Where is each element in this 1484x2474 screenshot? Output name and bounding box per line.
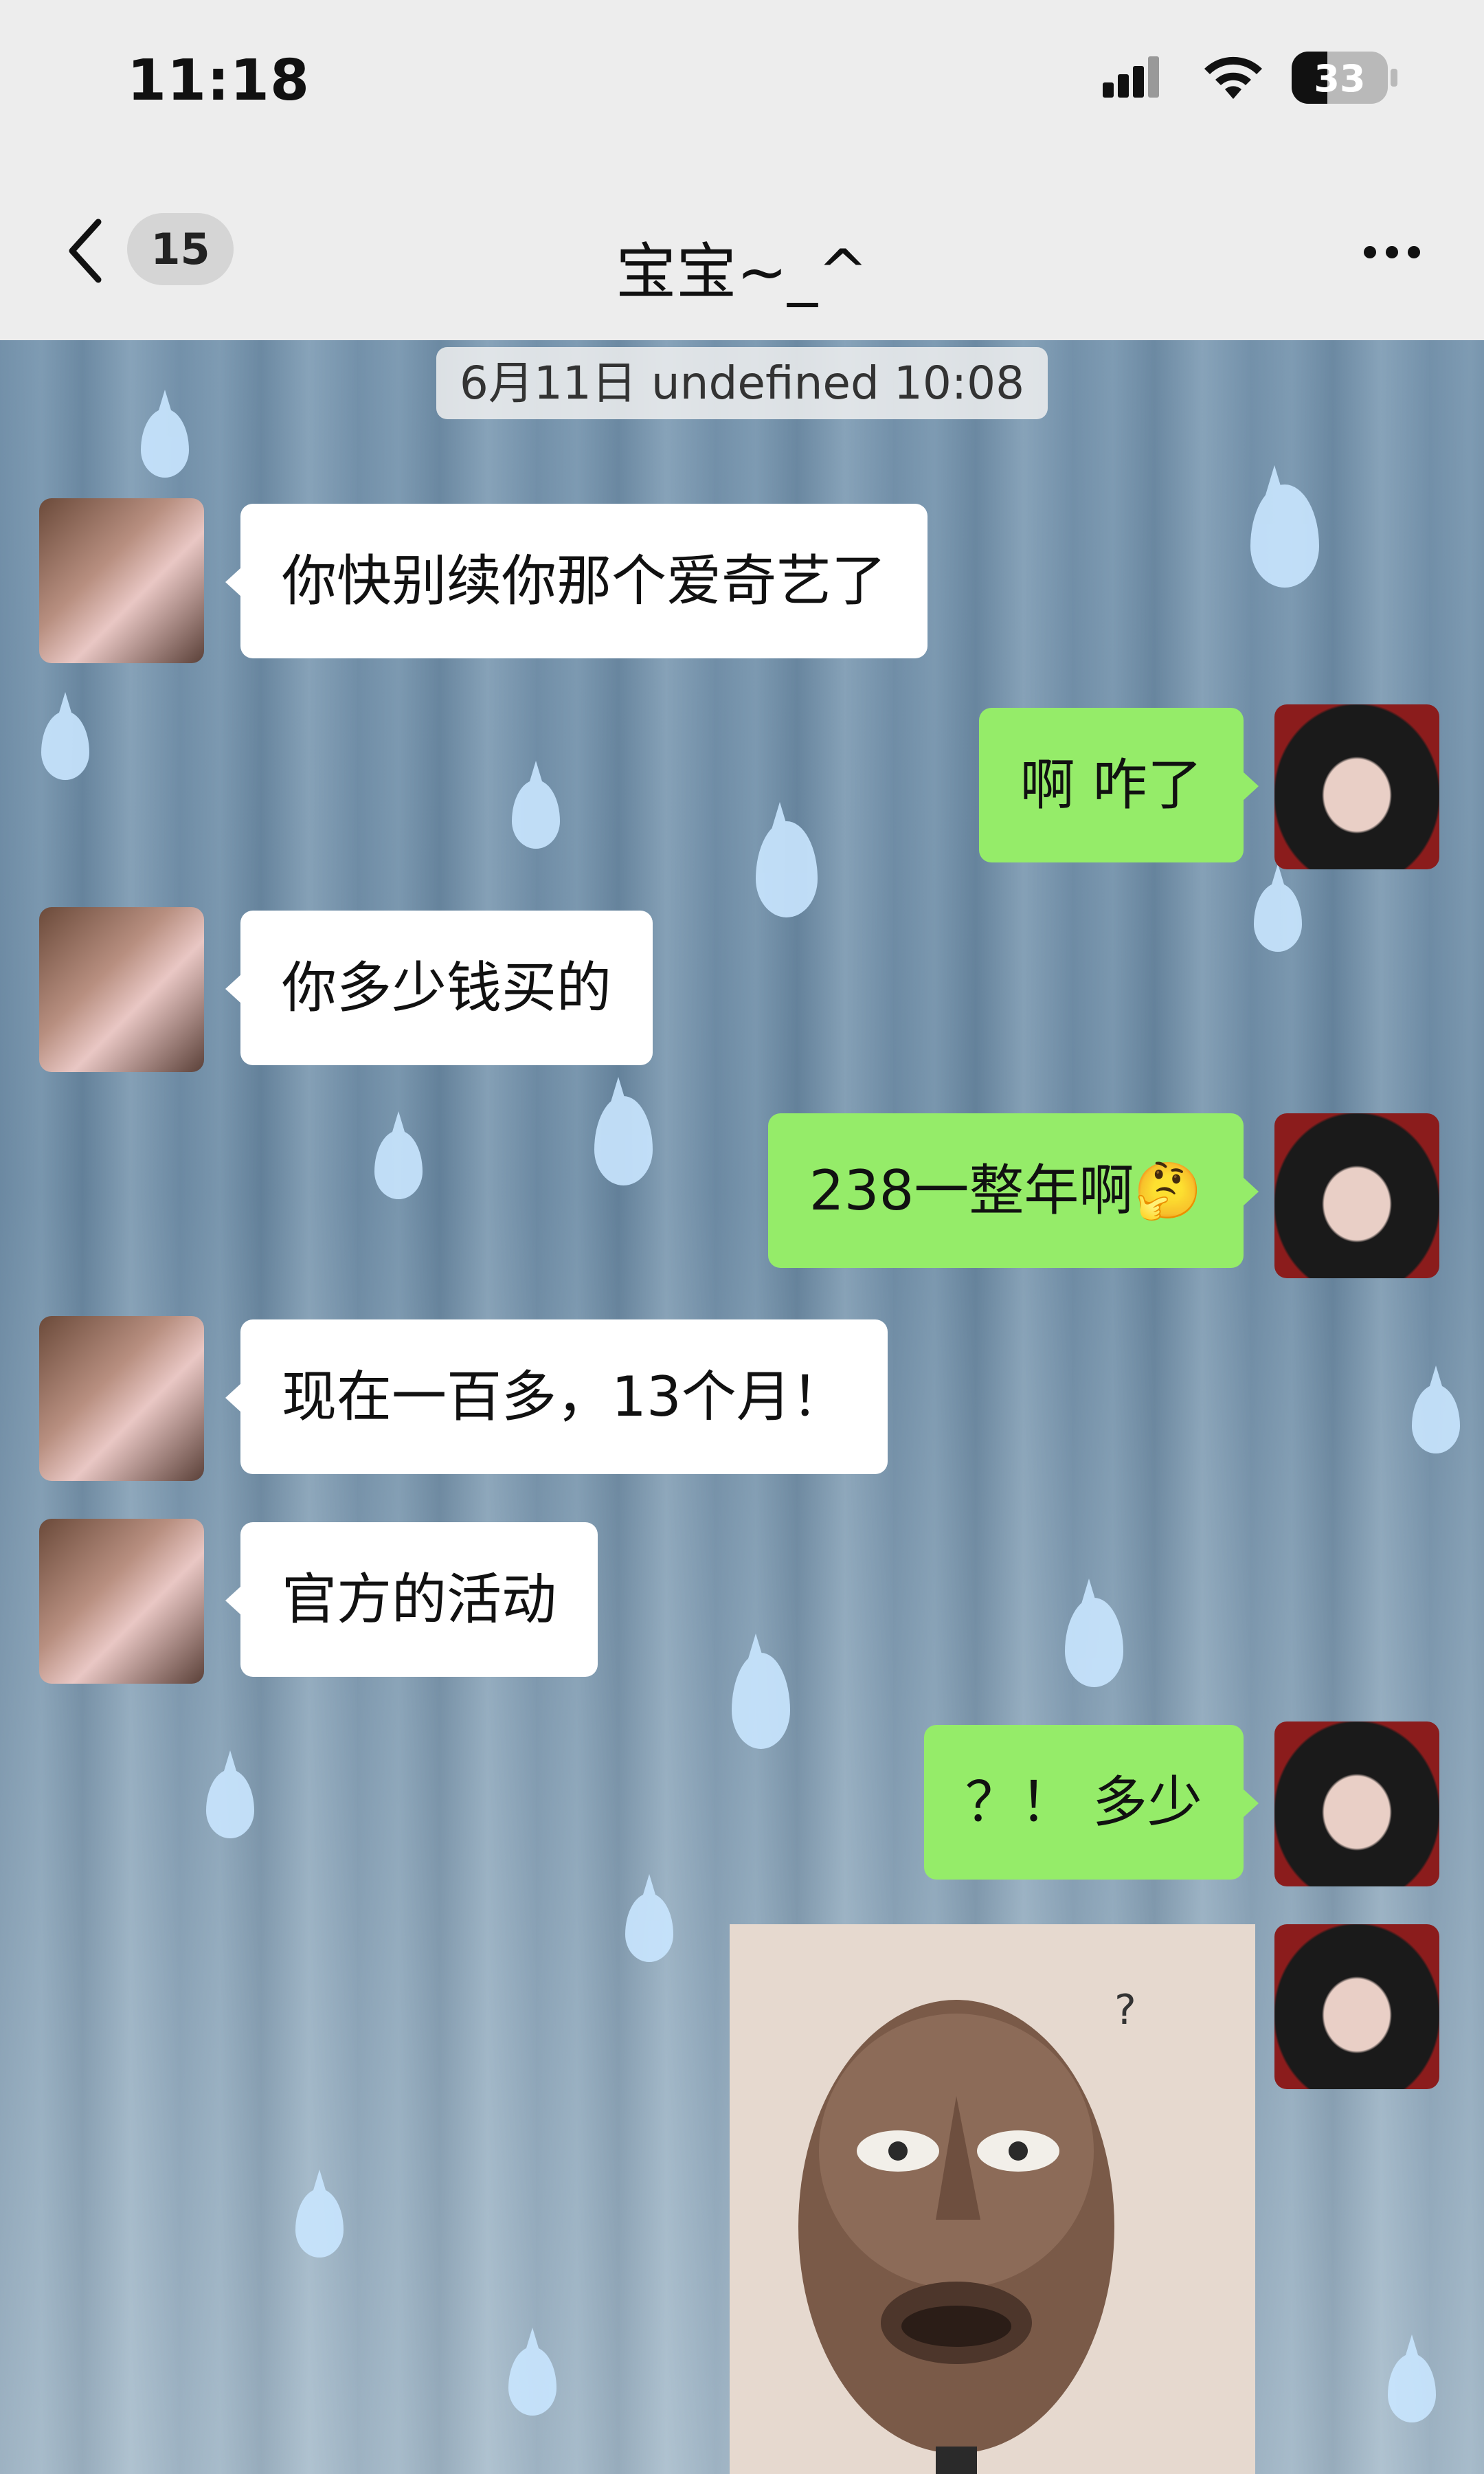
chat-title: 宝宝~_^ — [616, 236, 868, 307]
chat-header: 15 宝宝~_^ — [0, 158, 1484, 340]
contact-avatar[interactable] — [39, 1316, 204, 1481]
raindrop-decoration — [141, 409, 189, 478]
status-time: 11:18 — [127, 48, 311, 113]
raindrop-decoration — [625, 1893, 673, 1962]
raindrop-decoration — [512, 780, 560, 849]
self-avatar[interactable] — [1274, 704, 1439, 869]
sent-message-bubble[interactable]: 啊 咋了 — [978, 708, 1259, 862]
raindrop-decoration — [1065, 1598, 1123, 1687]
sticker-image[interactable]: ? — [730, 1924, 1255, 2474]
battery-icon: 33 — [1292, 52, 1388, 104]
sticker-caption: ? — [1114, 1986, 1136, 2034]
raindrop-decoration — [508, 2347, 556, 2416]
sent-message-bubble[interactable]: 238一整年啊🤔 — [767, 1113, 1259, 1268]
raindrop-decoration — [41, 711, 89, 780]
contact-avatar[interactable] — [39, 907, 204, 1072]
status-bar: 11:18 33 — [0, 0, 1484, 158]
contact-avatar[interactable] — [39, 498, 204, 663]
raindrop-decoration — [756, 821, 818, 917]
raindrop-decoration — [295, 2189, 344, 2258]
received-message-bubble[interactable]: 现在一百多，13个月！ — [225, 1319, 888, 1474]
received-message-bubble[interactable]: 官方的活动 — [225, 1522, 598, 1677]
raindrop-decoration — [1412, 1385, 1460, 1453]
raindrop-decoration — [374, 1130, 423, 1199]
raindrop-decoration — [1254, 883, 1302, 952]
received-message-bubble[interactable]: 你快别续你那个爱奇艺了 — [225, 504, 928, 658]
received-message-bubble[interactable]: 你多少钱买的 — [225, 911, 653, 1065]
raindrop-decoration — [732, 1653, 790, 1749]
raindrop-decoration — [1250, 484, 1319, 588]
contact-avatar[interactable] — [39, 1519, 204, 1684]
raindrop-decoration — [206, 1770, 254, 1838]
self-avatar[interactable] — [1274, 1924, 1439, 2089]
raindrop-decoration — [594, 1096, 653, 1185]
more-options-icon[interactable] — [1364, 246, 1430, 261]
self-avatar[interactable] — [1274, 1113, 1439, 1278]
raindrop-decoration — [1388, 2354, 1436, 2422]
wifi-icon — [1204, 56, 1262, 99]
cellular-signal-icon — [1103, 56, 1159, 98]
self-avatar[interactable] — [1274, 1721, 1439, 1886]
sent-message-bubble[interactable]: ？！ 多少 — [923, 1725, 1259, 1880]
message-timestamp: 6月11日 undefined 10:08 — [436, 347, 1048, 419]
mask-face-sticker-icon — [798, 2000, 1114, 2474]
battery-level: 33 — [1314, 57, 1366, 100]
battery-tip — [1391, 69, 1397, 87]
